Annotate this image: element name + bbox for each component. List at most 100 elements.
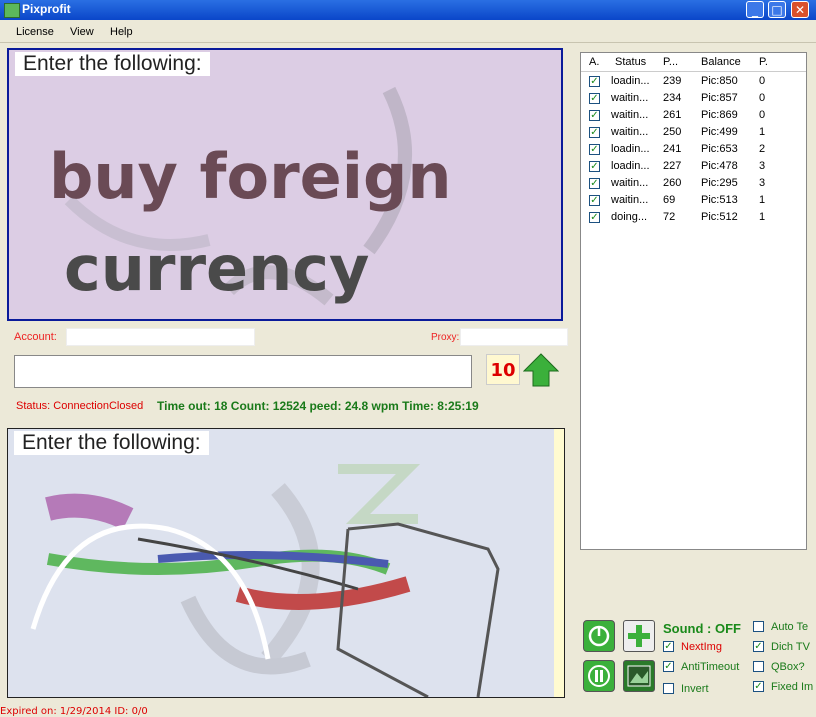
- row-p: 234: [663, 92, 682, 104]
- row-p: 69: [663, 194, 676, 206]
- table-row[interactable]: ✓ waitin... 69 Pic:513 1: [581, 192, 806, 209]
- minimize-button[interactable]: _: [746, 1, 764, 18]
- close-button[interactable]: ✕: [791, 1, 809, 18]
- table-row[interactable]: ✓ loadin... 227 Pic:478 3: [581, 158, 806, 175]
- row-status: waitin...: [611, 109, 649, 121]
- app-icon: [4, 3, 20, 18]
- table-row[interactable]: ✓ waitin... 260 Pic:295 3: [581, 175, 806, 192]
- table-row[interactable]: ✓ waitin... 250 Pic:499 1: [581, 124, 806, 141]
- col-header-p[interactable]: P...: [663, 56, 678, 68]
- row-balance: Pic:653: [701, 143, 738, 155]
- row-balance: Pic:512: [701, 211, 738, 223]
- row-status: loadin...: [611, 143, 650, 155]
- image-button[interactable]: [623, 660, 655, 692]
- table-row[interactable]: ✓ doing... 72 Pic:512 1: [581, 209, 806, 226]
- submit-arrow-icon[interactable]: [523, 353, 559, 387]
- row-checkbox[interactable]: ✓: [589, 110, 600, 121]
- answer-input[interactable]: [14, 355, 472, 388]
- add-account-button[interactable]: [623, 620, 655, 652]
- row-checkbox[interactable]: ✓: [589, 161, 600, 172]
- nextimg-label: NextImg: [681, 641, 722, 653]
- menu-bar: License View Help: [0, 22, 816, 43]
- row-status: waitin...: [611, 92, 649, 104]
- row-checkbox[interactable]: ✓: [589, 195, 600, 206]
- proxy-field[interactable]: [460, 328, 568, 346]
- row-status: waitin...: [611, 126, 649, 138]
- row-p: 239: [663, 75, 682, 87]
- row-balance: Pic:513: [701, 194, 738, 206]
- dich-checkbox[interactable]: ✓: [753, 641, 764, 652]
- row-p: 241: [663, 143, 682, 155]
- row-balance: Pic:499: [701, 126, 738, 138]
- power-button[interactable]: [583, 620, 615, 652]
- menu-view[interactable]: View: [70, 26, 94, 38]
- captcha-image-current: buy foreign currency Enter the following…: [7, 48, 563, 321]
- row-p: 261: [663, 109, 682, 121]
- qbox-checkbox[interactable]: [753, 661, 764, 672]
- fixed-label: Fixed Im: [771, 681, 814, 693]
- qbox-label: QBox?: [771, 661, 805, 673]
- window-title: Pixprofit: [22, 2, 71, 16]
- table-row[interactable]: ✓ waitin... 234 Pic:857 0: [581, 90, 806, 107]
- row-status: doing...: [611, 211, 648, 223]
- invert-checkbox[interactable]: [663, 683, 674, 694]
- col-header-a[interactable]: A.: [589, 56, 599, 68]
- auto-checkbox[interactable]: [753, 621, 764, 632]
- row-p: 72: [663, 211, 676, 223]
- row-balance: Pic:857: [701, 92, 738, 104]
- title-bar: Pixprofit _ □ ✕: [0, 0, 816, 20]
- row-p2: 3: [759, 160, 766, 172]
- row-checkbox[interactable]: ✓: [589, 76, 600, 87]
- invert-label: Invert: [681, 683, 709, 695]
- row-p2: 2: [759, 143, 766, 155]
- row-p: 227: [663, 160, 682, 172]
- footer-status: Expired on: 1/29/2014 ID: 0/0: [0, 706, 148, 717]
- row-status: waitin...: [611, 194, 649, 206]
- menu-help[interactable]: Help: [110, 26, 133, 38]
- table-row[interactable]: ✓ loadin... 239 Pic:850 0: [581, 73, 806, 90]
- row-p2: 0: [759, 109, 766, 121]
- row-p2: 0: [759, 75, 766, 87]
- row-status: waitin...: [611, 177, 649, 189]
- row-checkbox[interactable]: ✓: [589, 178, 600, 189]
- captcha-text-line2: currency: [64, 232, 369, 305]
- captcha-prompt-next: Enter the following:: [14, 431, 209, 455]
- row-checkbox[interactable]: ✓: [589, 127, 600, 138]
- table-row[interactable]: ✓ waitin... 261 Pic:869 0: [581, 107, 806, 124]
- row-balance: Pic:869: [701, 109, 738, 121]
- row-checkbox[interactable]: ✓: [589, 212, 600, 223]
- proxy-label: Proxy:: [431, 332, 460, 343]
- table-header: A. Status P... Balance P.: [581, 53, 806, 72]
- sound-toggle[interactable]: Sound : OFF: [663, 621, 741, 636]
- row-p2: 3: [759, 177, 766, 189]
- antitimeout-checkbox[interactable]: ✓: [663, 661, 674, 672]
- row-p2: 0: [759, 92, 766, 104]
- table-row[interactable]: ✓ loadin... 241 Pic:653 2: [581, 141, 806, 158]
- col-header-status[interactable]: Status: [615, 56, 646, 68]
- account-field[interactable]: [66, 328, 255, 346]
- row-status: loadin...: [611, 75, 650, 87]
- row-balance: Pic:295: [701, 177, 738, 189]
- status-text: Status: ConnectionClosed: [16, 400, 144, 412]
- countdown-counter: 10: [486, 354, 520, 385]
- row-checkbox[interactable]: ✓: [589, 93, 600, 104]
- menu-license[interactable]: License: [16, 26, 54, 38]
- fixed-checkbox[interactable]: ✓: [753, 681, 764, 692]
- row-p2: 1: [759, 126, 766, 138]
- nextimg-checkbox[interactable]: ✓: [663, 641, 674, 652]
- col-header-balance[interactable]: Balance: [701, 56, 741, 68]
- row-p2: 1: [759, 211, 766, 223]
- row-p: 260: [663, 177, 682, 189]
- row-balance: Pic:478: [701, 160, 738, 172]
- accounts-table: A. Status P... Balance P. ✓ loadin... 239 P…: [580, 52, 807, 550]
- col-header-p2[interactable]: P.: [759, 56, 768, 68]
- pause-button[interactable]: [583, 660, 615, 692]
- captcha-image-next: Enter the following:: [7, 428, 565, 698]
- antitimeout-label: AntiTimeout: [681, 661, 740, 673]
- maximize-button[interactable]: □: [768, 1, 786, 18]
- auto-label: Auto Te: [771, 621, 809, 633]
- row-p2: 1: [759, 194, 766, 206]
- account-label: Account:: [14, 331, 57, 343]
- row-checkbox[interactable]: ✓: [589, 144, 600, 155]
- dich-label: Dich TV: [771, 641, 810, 653]
